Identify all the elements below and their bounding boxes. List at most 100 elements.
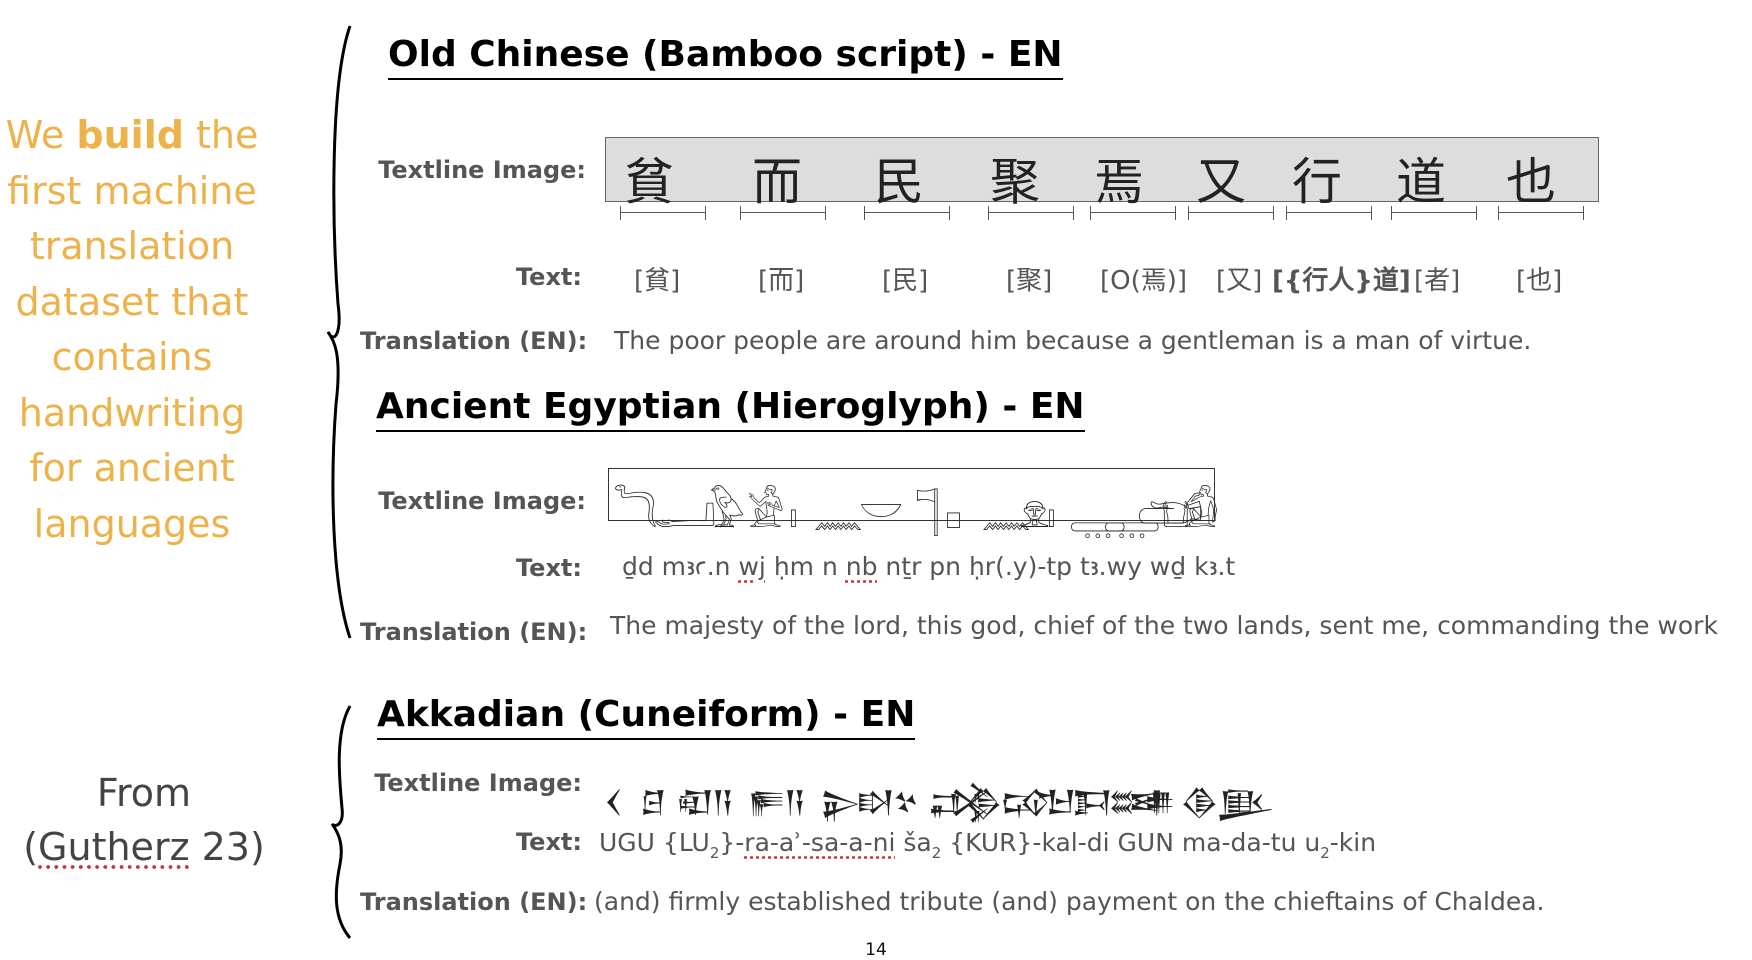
hieroglyph: 𓎟 xyxy=(859,488,904,537)
cuneiform-sign: 𒆪 xyxy=(640,785,667,820)
claim-pre: We xyxy=(5,113,77,157)
token: [而] xyxy=(758,266,805,296)
segment-marker xyxy=(988,206,1074,220)
hieroglyph: 𓅱 xyxy=(709,488,746,537)
translit-part: nṯr pn ḥr(.y)-tp tꜣ.wy wḏ kꜣ.t xyxy=(877,552,1236,581)
subscript: 2 xyxy=(709,844,720,862)
transliteration-akkadian: UGU {LU2}-ra-aʾ-sa-a-ni ša2 {KUR}-kal-di… xyxy=(599,828,1376,862)
label-translation: Translation (EN): xyxy=(360,618,588,646)
token: [{行人}道] xyxy=(1272,266,1411,296)
label-text: Text: xyxy=(515,554,582,582)
hieroglyph: 𓁷 xyxy=(1019,488,1051,537)
hieroglyph: 𓏤 xyxy=(1047,488,1056,537)
bamboo-glyph: 道 xyxy=(1396,153,1446,211)
section-title-chinese: Old Chinese (Bamboo script) - EN xyxy=(388,34,1063,80)
token: [又] xyxy=(1216,266,1263,296)
section-title-egyptian: Ancient Egyptian (Hieroglyph) - EN xyxy=(376,386,1085,432)
bamboo-glyph: 聚 xyxy=(990,153,1040,211)
curly-brace-top xyxy=(326,25,352,639)
token: [民] xyxy=(882,266,929,296)
bamboo-textline-image: 貧 而 民 聚 焉 又 行 道 也 xyxy=(605,137,1599,211)
segment-marker xyxy=(620,206,706,220)
cuneiform-sign: 𒌑 xyxy=(1144,785,1176,820)
cuneiform-sign: 𒈠 xyxy=(1036,785,1077,820)
hieroglyph-textline-image: 𓆓 𓂝 𓅱 𓀀 𓏤 𓈖 𓎟 𓊹 𓊪 𓈖 𓁷 𓏤 𓇾 𓇾 𓂧 𓂓 𓀁 xyxy=(608,468,1219,537)
hieroglyph: 𓊹 xyxy=(915,488,940,537)
cuneiform-sign: 𒉌 xyxy=(820,785,861,820)
segment-marker xyxy=(740,206,826,220)
bamboo-glyph: 行 xyxy=(1292,153,1342,211)
source-year: 23) xyxy=(189,825,265,869)
translation-chinese: The poor people are around him because a… xyxy=(614,326,1532,355)
claim-line: handwriting xyxy=(18,390,246,435)
translation-egyptian: The majesty of the lord, this god, chief… xyxy=(610,611,1718,640)
cuneiform-sign: 𒊏 xyxy=(676,785,714,820)
token: [貧] xyxy=(634,266,681,296)
hieroglyph: 𓀁 xyxy=(1183,488,1220,537)
hieroglyph: 𓊪 xyxy=(945,488,962,537)
hieroglyph: 𓀀 xyxy=(747,488,785,537)
token: [O(焉)] xyxy=(1100,266,1188,296)
translit-flagged: nb xyxy=(845,552,878,581)
translation-akkadian: (and) firmly established tribute (and) p… xyxy=(594,887,1545,916)
claim-text: We build the first machine translation d… xyxy=(0,108,264,552)
hieroglyph: 𓈖 xyxy=(813,488,864,537)
source-ref: Gutherz xyxy=(38,825,190,869)
claim-line: contains xyxy=(51,335,213,379)
cuneiform-sign: 𒁕 xyxy=(1072,785,1113,820)
claim-post: the xyxy=(183,113,259,157)
claim-line: for ancient xyxy=(29,446,235,490)
label-translation: Translation (EN): xyxy=(360,327,588,355)
hieroglyph: 𓂝 xyxy=(653,488,717,537)
segment-marker xyxy=(864,206,950,220)
bamboo-glyph: 民 xyxy=(874,153,924,211)
chinese-tokens: [貧] [而] [民] [聚] [O(焉)] [又] [{行人}道] [者] [… xyxy=(0,260,1752,296)
segmentation-markers xyxy=(0,206,1752,222)
segment-marker xyxy=(1090,206,1176,220)
source-from: From xyxy=(96,771,192,815)
cuneiform-sign: 𒆠 xyxy=(1180,785,1219,820)
cuneiform-sign: 𒀀 xyxy=(712,785,734,820)
cuneiform-sign: 𒆳 xyxy=(892,785,919,820)
subscript: 2 xyxy=(931,844,942,862)
translit-part: ḥm n xyxy=(765,552,846,581)
cuneiform-sign: 𒁲 xyxy=(964,785,1003,820)
bamboo-glyph: 也 xyxy=(1506,153,1556,211)
translit-part: UGU {LU xyxy=(599,828,710,857)
segment-marker xyxy=(1286,206,1372,220)
hieroglyph: 𓆓 xyxy=(613,488,658,537)
page-number: 14 xyxy=(865,940,887,960)
subscript: 2 xyxy=(1320,844,1330,862)
cuneiform-textline-image: 𒌋 𒆪 𒊏 𒀀 𒊓 𒀀 𒉌 𒊭 𒆳 𒃶 𒁲 𒄘 𒈠 𒁕 𒌅 𒌑 𒆠 𒆥 xyxy=(604,764,1314,820)
label-textline-image: Textline Image: xyxy=(378,487,586,515)
bamboo-glyph: 又 xyxy=(1196,153,1246,211)
bamboo-glyph: 焉 xyxy=(1094,153,1144,211)
translit-part: -kin xyxy=(1329,828,1377,857)
bamboo-glyph: 而 xyxy=(752,153,802,211)
label-textline-image: Textline Image: xyxy=(374,769,582,797)
label-text: Text: xyxy=(515,828,582,856)
source-citation: From (Gutherz 23) xyxy=(0,766,288,874)
translit-flagged: ra-aʾ-sa-a-ni xyxy=(744,828,896,857)
token: [者] xyxy=(1414,266,1461,296)
translit-part: }- xyxy=(719,828,745,857)
translit-part: ša xyxy=(895,828,932,857)
paren: ( xyxy=(23,825,39,869)
translit-flagged: wj xyxy=(738,552,766,581)
transliteration-egyptian: ḏd mꜣꜥ.n wj ḥm n nb nṯr pn ḥr(.y)-tp tꜣ.… xyxy=(622,552,1235,581)
hieroglyph: 𓏤 xyxy=(789,488,798,537)
label-translation: Translation (EN): xyxy=(360,888,588,916)
segment-marker xyxy=(1188,206,1274,220)
cuneiform-sign: 𒀀 xyxy=(784,785,806,820)
cuneiform-sign: 𒊭 xyxy=(856,785,895,820)
token: [也] xyxy=(1516,266,1563,296)
cuneiform-sign: 𒆥 xyxy=(1216,785,1275,820)
cuneiform-sign: 𒊓 xyxy=(748,785,786,820)
segment-marker xyxy=(1391,206,1477,220)
translit-part: {KUR}-kal-di GUN ma-da-tu u xyxy=(941,828,1321,857)
claim-bold: build xyxy=(76,113,184,157)
cuneiform-sign: 𒌋 xyxy=(604,785,623,820)
segment-marker xyxy=(1498,206,1584,220)
section-title-akkadian: Akkadian (Cuneiform) - EN xyxy=(377,694,916,740)
bamboo-glyph: 貧 xyxy=(624,153,674,211)
